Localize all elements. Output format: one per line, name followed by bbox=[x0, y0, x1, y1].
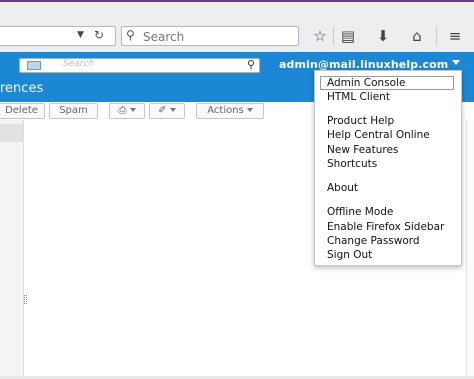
browser-search-placeholder: Search bbox=[143, 30, 185, 44]
home-icon[interactable]: ⌂ bbox=[405, 25, 429, 47]
actions-label: Actions bbox=[207, 105, 244, 116]
menu-item-admin-console[interactable]: Admin Console bbox=[320, 76, 454, 90]
chevron-down-icon bbox=[246, 108, 253, 112]
chevron-down-icon[interactable] bbox=[452, 60, 460, 65]
folder-pane bbox=[0, 120, 24, 379]
app-search-input[interactable]: Search ⚲ bbox=[19, 58, 260, 73]
browser-toolbar: ▼ ↻ ⚲ Search ☆ ▤ ⬇ ⌂ ≡ bbox=[0, 0, 474, 53]
scrollbar[interactable] bbox=[466, 120, 474, 379]
page-title: rences bbox=[0, 81, 44, 96]
menu-item-enable-firefox-sidebar[interactable]: Enable Firefox Sidebar bbox=[327, 221, 444, 233]
tag-icon: ✐ bbox=[158, 105, 167, 116]
selected-folder-row[interactable] bbox=[0, 124, 23, 142]
search-icon: ⚲ bbox=[126, 28, 135, 42]
window-accent-bar bbox=[0, 0, 474, 2]
menu-item-html-client[interactable]: HTML Client bbox=[327, 91, 390, 103]
app-search-placeholder: Search bbox=[63, 59, 95, 69]
toolbar-divider bbox=[436, 27, 437, 45]
url-bar[interactable]: ▼ ↻ bbox=[0, 26, 116, 46]
user-dropdown-menu: Admin Console HTML Client Product Help H… bbox=[314, 70, 462, 266]
menu-icon[interactable]: ≡ bbox=[443, 25, 467, 47]
actions-button[interactable]: Actions bbox=[196, 103, 264, 119]
menu-item-about[interactable]: About bbox=[327, 182, 358, 194]
menu-item-change-password[interactable]: Change Password bbox=[327, 235, 420, 247]
chevron-down-icon bbox=[129, 108, 136, 112]
spam-button[interactable]: Spam bbox=[49, 103, 98, 119]
menu-item-help-central-online[interactable]: Help Central Online bbox=[327, 129, 430, 141]
printer-icon: ⎙ bbox=[118, 105, 127, 116]
browser-search-input[interactable]: ⚲ Search bbox=[121, 26, 299, 46]
menu-item-new-features[interactable]: New Features bbox=[327, 144, 398, 156]
toolbar-divider bbox=[333, 27, 334, 45]
reading-list-icon[interactable]: ▤ bbox=[336, 25, 360, 47]
tag-button[interactable]: ✐ bbox=[149, 103, 185, 119]
chevron-down-icon bbox=[169, 108, 176, 112]
mail-type-icon[interactable] bbox=[27, 61, 41, 70]
reload-icon[interactable]: ↻ bbox=[94, 28, 104, 42]
menu-item-product-help[interactable]: Product Help bbox=[327, 115, 394, 127]
menu-item-offline-mode[interactable]: Offline Mode bbox=[327, 206, 393, 218]
print-button[interactable]: ⎙ bbox=[109, 103, 145, 119]
star-icon[interactable]: ☆ bbox=[308, 25, 332, 47]
chevron-down-icon[interactable]: ▼ bbox=[77, 30, 84, 40]
menu-item-sign-out[interactable]: Sign Out bbox=[327, 249, 372, 261]
menu-item-shortcuts[interactable]: Shortcuts bbox=[327, 158, 377, 170]
search-icon[interactable]: ⚲ bbox=[247, 58, 255, 71]
download-icon[interactable]: ⬇ bbox=[371, 25, 395, 47]
pane-resize-handle[interactable] bbox=[24, 295, 27, 304]
delete-button[interactable]: Delete bbox=[0, 103, 45, 119]
